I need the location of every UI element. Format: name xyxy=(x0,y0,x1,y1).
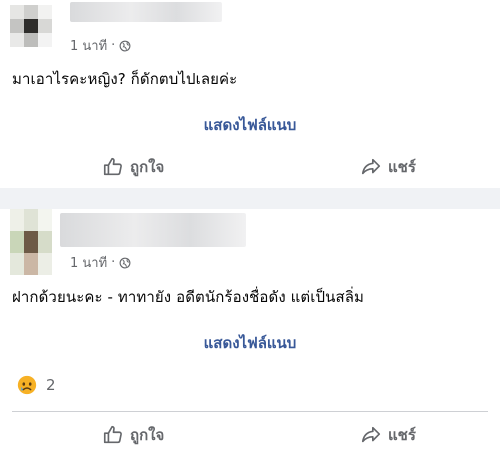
share-arrow-icon xyxy=(361,158,381,175)
post-card: 1 นาที · มาเอาไรคะหญิง? ก็ดักตบไปเลยค่ะ … xyxy=(0,0,500,188)
like-label: ถูกใจ xyxy=(130,426,165,444)
post-card: 1 นาที · ฝากด้วยนะคะ - ทาทายัง อดีตนักร้… xyxy=(0,209,500,453)
post-meta: 1 นาที · xyxy=(70,252,131,273)
thumbs-up-icon xyxy=(103,425,122,444)
meta-separator: · xyxy=(111,38,116,53)
post-text: มาเอาไรคะหญิง? ก็ดักตบไปเลยค่ะ xyxy=(12,70,238,88)
share-button[interactable]: แชร์ xyxy=(360,155,416,179)
like-label: ถูกใจ xyxy=(130,158,165,176)
thumbs-up-icon xyxy=(103,157,122,176)
avatar[interactable] xyxy=(10,5,52,47)
globe-icon xyxy=(119,40,131,51)
divider xyxy=(12,411,488,412)
post-text: ฝากด้วยนะคะ - ทาทายัง อดีตนักร้องชื่อดัง… xyxy=(12,288,364,306)
like-button[interactable]: ถูกใจ xyxy=(102,423,164,447)
show-attachment-link[interactable]: แสดงไฟล์แนบ xyxy=(0,113,500,137)
like-button[interactable]: ถูกใจ xyxy=(102,155,164,179)
post-time[interactable]: 1 นาที xyxy=(70,252,107,273)
share-label: แชร์ xyxy=(388,426,416,444)
post-meta: 1 นาที · xyxy=(70,35,131,56)
meta-separator: · xyxy=(111,255,116,270)
author-name-blurred[interactable] xyxy=(60,213,246,247)
share-label: แชร์ xyxy=(388,158,416,176)
share-arrow-icon xyxy=(361,426,381,443)
reaction-summary[interactable]: 2 xyxy=(16,374,56,396)
share-button[interactable]: แชร์ xyxy=(360,423,416,447)
post-time[interactable]: 1 นาที xyxy=(70,35,107,56)
avatar[interactable] xyxy=(10,209,52,275)
reaction-count: 2 xyxy=(46,376,56,394)
show-attachment-link[interactable]: แสดงไฟล์แนบ xyxy=(0,331,500,355)
sad-face-icon xyxy=(17,375,37,395)
globe-icon xyxy=(119,257,131,268)
author-name-blurred[interactable] xyxy=(70,2,222,22)
